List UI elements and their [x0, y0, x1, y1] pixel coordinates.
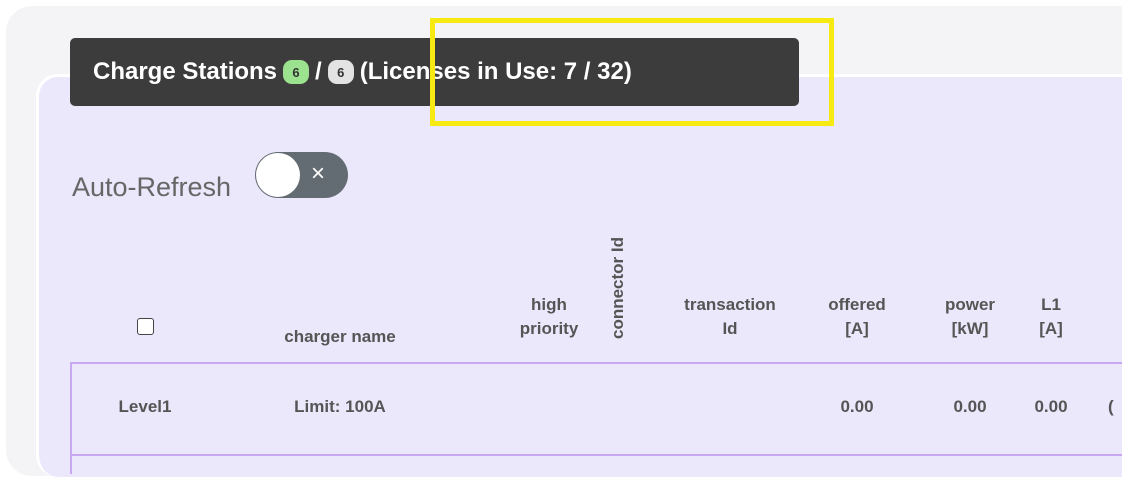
- column-header-transaction-id[interactable]: transaction Id: [660, 293, 800, 341]
- column-header-text: connector Id: [608, 236, 627, 340]
- auto-refresh-label: Auto-Refresh: [72, 172, 232, 202]
- column-header-line: [A]: [845, 319, 869, 338]
- truncated-cell: (: [1108, 397, 1114, 416]
- level-cell: Level1: [118, 397, 172, 416]
- page-title: Charge Stations: [93, 58, 278, 85]
- power-cell: 0.00: [953, 397, 987, 416]
- column-header-power[interactable]: power [kW]: [925, 293, 1015, 341]
- auto-refresh-toggle[interactable]: ×: [255, 152, 348, 198]
- total-count-badge: 6: [327, 60, 354, 84]
- column-header-offered[interactable]: offered [A]: [812, 293, 902, 341]
- column-header-l1[interactable]: L1 [A]: [1026, 293, 1076, 341]
- column-header-high-priority[interactable]: high priority: [474, 293, 624, 341]
- offered-cell: 0.00: [840, 397, 874, 416]
- column-header-line: [A]: [1039, 319, 1063, 338]
- table-row[interactable]: [70, 362, 1122, 474]
- column-header-line: offered: [828, 295, 886, 314]
- column-header-charger-name[interactable]: charger name: [262, 325, 418, 349]
- active-count-badge: 6: [283, 60, 310, 84]
- column-header-line: [kW]: [951, 319, 989, 338]
- column-header-line: L1: [1041, 295, 1061, 314]
- highlight-box: [430, 18, 834, 126]
- charger-name-cell: Limit: 100A: [294, 397, 386, 416]
- column-header-line: high: [531, 295, 567, 314]
- badge-separator: /: [315, 58, 322, 85]
- l1-cell: 0.00: [1034, 397, 1068, 416]
- close-icon: ×: [311, 160, 326, 187]
- column-header-line: transaction: [684, 295, 776, 314]
- column-header-connector-id[interactable]: connector Id: [606, 223, 630, 353]
- row-divider: [72, 454, 1122, 456]
- toggle-knob: [256, 153, 300, 197]
- column-header-line: power: [944, 295, 996, 314]
- select-all-checkbox[interactable]: [137, 318, 154, 335]
- column-header-line: Id: [722, 319, 738, 338]
- column-header-line: priority: [519, 319, 579, 338]
